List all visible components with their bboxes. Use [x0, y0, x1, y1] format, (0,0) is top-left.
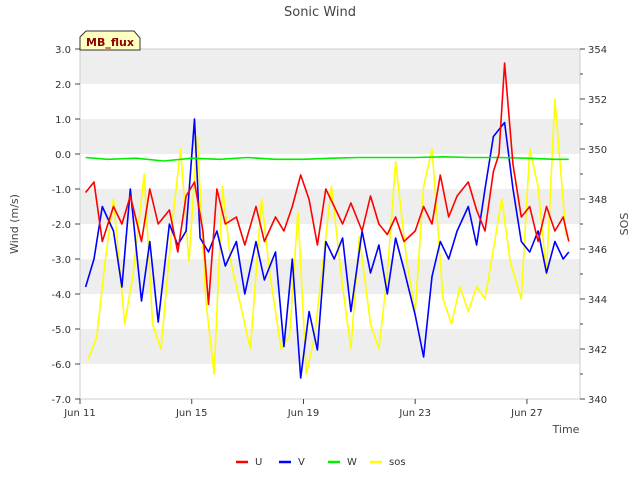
- y-tick-label: 1.0: [55, 115, 71, 126]
- legend-label-u: U: [255, 457, 262, 468]
- mb-flux-badge: MB_flux: [79, 30, 141, 51]
- y2-tick-label: 342: [588, 345, 607, 356]
- grid-band: [80, 329, 580, 364]
- y2-tick-label: 348: [588, 195, 607, 206]
- y-tick-label: -3.0: [51, 255, 71, 266]
- legend-label-v: V: [298, 457, 305, 468]
- y-tick-label: -5.0: [51, 325, 71, 336]
- x-axis-label: Time: [552, 423, 580, 436]
- y-tick-label: -2.0: [51, 220, 71, 231]
- y2-tick-label: 352: [588, 95, 607, 106]
- x-tick-label: Jun 27: [510, 408, 543, 419]
- y-axis-label: Wind (m/s): [8, 194, 21, 254]
- legend-label-w: W: [347, 457, 357, 468]
- x-tick-label: Jun 23: [398, 408, 431, 419]
- chart-title: Sonic Wind: [284, 5, 356, 20]
- y2-axis-label: SOS: [618, 213, 631, 236]
- y2-tick-label: 350: [588, 145, 607, 156]
- legend: U V Wsos: [236, 457, 406, 468]
- badge-label: MB_flux: [86, 36, 134, 49]
- y-tick-label: 0.0: [55, 150, 71, 161]
- y-tick-label: -1.0: [51, 185, 71, 196]
- y2-tick-label: 346: [588, 245, 607, 256]
- y2-tick-label: 340: [588, 395, 607, 406]
- y-tick-label: 3.0: [55, 45, 71, 56]
- y2-tick-label: 344: [588, 295, 607, 306]
- y-tick-label: -6.0: [51, 360, 71, 371]
- y-tick-label: 2.0: [55, 80, 71, 91]
- legend-label-sos: sos: [389, 457, 406, 468]
- x-tick-label: Jun 11: [63, 408, 96, 419]
- chart-canvas: 3.0 2.0 1.0 0.0 -1.0 -2.0 -3.0 -4.0 -5.0 -6.0 -7.0…: [8, 5, 631, 468]
- x-tick-label: Jun 19: [287, 408, 320, 419]
- x-tick-label: Jun 15: [175, 408, 208, 419]
- y2-tick-label: 354: [588, 45, 607, 56]
- y-tick-label: -4.0: [51, 290, 71, 301]
- y-tick-label: -7.0: [51, 395, 71, 406]
